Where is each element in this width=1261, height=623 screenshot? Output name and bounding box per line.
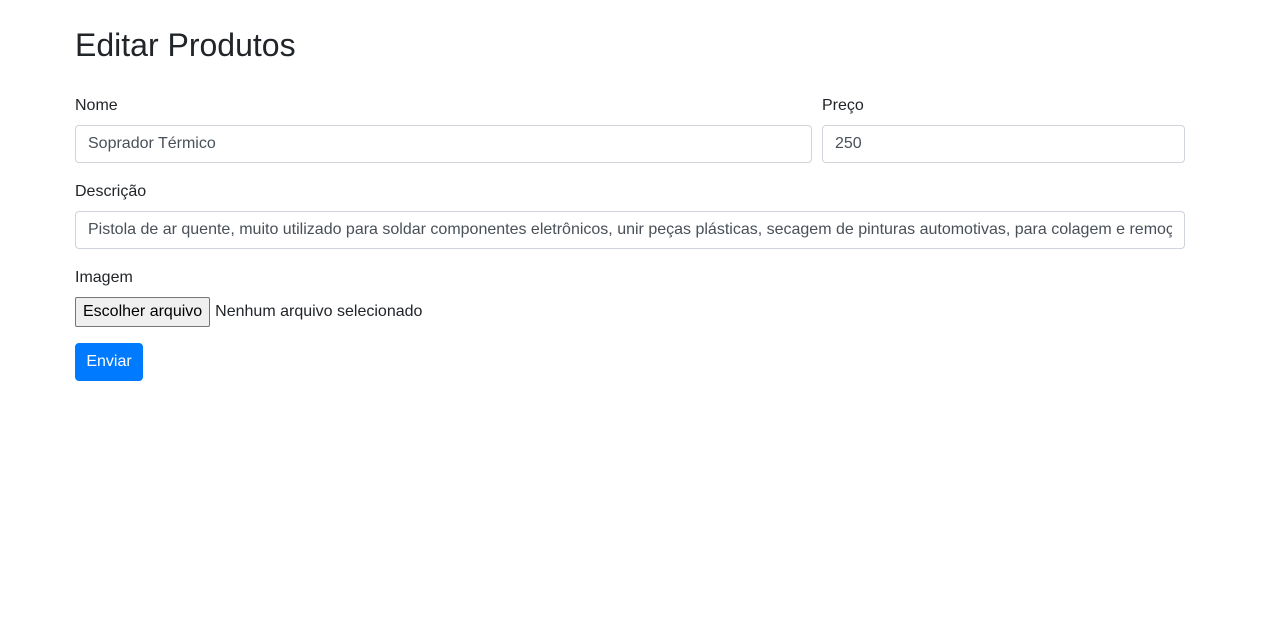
- name-input[interactable]: [75, 125, 812, 163]
- file-status-text: Nenhum arquivo selecionado: [215, 303, 423, 320]
- choose-file-button[interactable]: Escolher arquivo: [75, 297, 211, 327]
- description-label: Descrição: [75, 183, 147, 200]
- image-file-picker: Escolher arquivo Nenhum arquivo selecion…: [75, 297, 422, 327]
- name-label: Nome: [75, 97, 118, 114]
- image-label: Imagem: [75, 269, 133, 286]
- description-input[interactable]: [75, 211, 1185, 249]
- price-input[interactable]: [822, 125, 1185, 163]
- submit-button[interactable]: Enviar: [75, 343, 143, 381]
- price-label: Preço: [822, 97, 864, 114]
- page-title: Editar Produtos: [75, 27, 296, 63]
